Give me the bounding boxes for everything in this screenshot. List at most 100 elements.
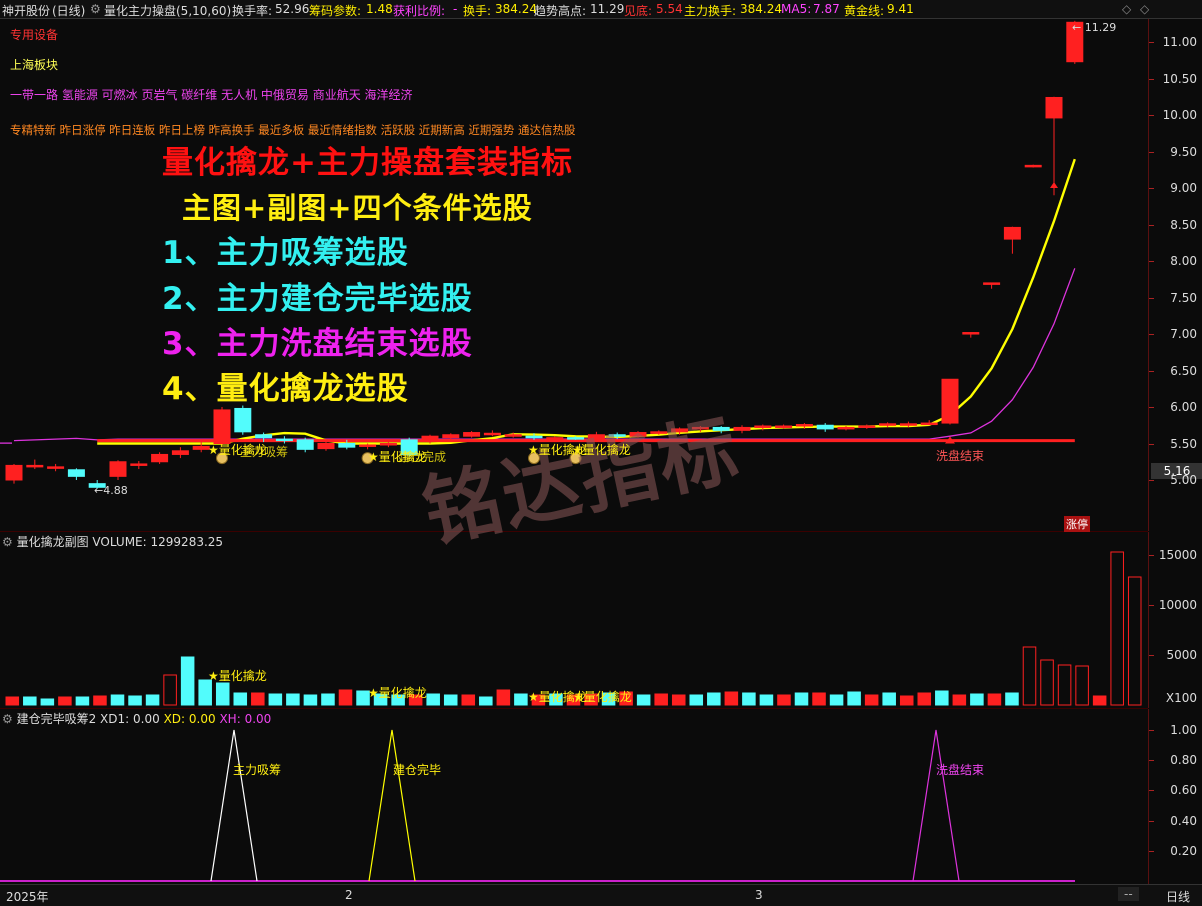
turnover-value: 52.96 (275, 2, 310, 16)
volume-bar (671, 694, 686, 706)
hot-tags[interactable]: 专精特新 昨日涨停 昨日连板 昨日上榜 昨高换手 最近多板 最近情绪指数 活跃股… (10, 122, 576, 138)
low-price-marker: ←4.88 (94, 484, 128, 497)
volume-gear-icon[interactable]: ⚙ (2, 535, 17, 549)
indicator-gear-icon[interactable]: ⚙ (90, 2, 101, 16)
candle-body (213, 409, 231, 445)
candle-body (879, 423, 897, 426)
volume-bar (338, 689, 353, 706)
period-button[interactable]: 日线 (1166, 888, 1190, 905)
chips-value: 1.48 (366, 2, 393, 16)
collapse-icon[interactable]: ◇ (1140, 2, 1149, 16)
volume-bar (654, 693, 668, 706)
peak-label-build-done: 建仓完毕 (393, 763, 442, 777)
volume-panel-title: ⚙ 量化擒龙副图 VOLUME: 1299283.25 (2, 533, 223, 550)
volume-bar (812, 692, 826, 706)
volume-tick-label: 15000 (1158, 548, 1197, 562)
condition-axis[interactable]: 1.00 0.80 0.60 0.40 0.20 (1148, 709, 1202, 884)
price-axis[interactable]: 5.16 11.00 10.50 10.00 9.50 9.00 8.50 8.00 7.50… (1148, 19, 1202, 531)
peak-wash-end (912, 729, 960, 882)
volume-bar (1092, 695, 1107, 706)
candle-body (192, 445, 210, 450)
hand-value: 384.24 (495, 2, 537, 16)
price-tick-label: 10.50 (1162, 71, 1197, 86)
volume-bar (110, 694, 125, 706)
candle-body (255, 434, 273, 439)
candle-body (109, 461, 127, 477)
volume-bar (58, 696, 72, 706)
price-tick-label: 5.50 (1170, 436, 1197, 451)
wash-end-label: 洗盘结束 (936, 449, 985, 463)
condition-chart[interactable] (0, 709, 1148, 884)
volume-tick-label: 5000 (1166, 648, 1197, 662)
price-tick-label: 7.00 (1170, 327, 1197, 341)
concept-tags[interactable]: 一带一路 氢能源 可燃冰 页岩气 碳纤维 无人机 中俄贸易 商业航天 海洋经济 (10, 86, 413, 103)
volume-tick-label: 10000 (1158, 598, 1197, 612)
volume-bar (93, 695, 107, 706)
volume-bar (829, 694, 844, 706)
condition-panel[interactable]: ⚙ 建仓完毕吸筹2 XD1: 0.00 XD: 0.00 XH: 0.00 主力… (0, 709, 1148, 884)
volume-axis[interactable]: X100 15000 10000 5000 (1148, 532, 1202, 708)
condition-title: 建仓完毕吸筹2 (16, 712, 97, 726)
candle-body (26, 464, 44, 468)
volume-bar (1110, 551, 1124, 706)
price-tick-label: 6.50 (1170, 363, 1197, 378)
candle-body (837, 426, 855, 430)
volume-bar (286, 693, 300, 706)
condition-panel-title: ⚙ 建仓完毕吸筹2 XD1: 0.00 XD: 0.00 XH: 0.00 (2, 710, 271, 727)
condition-gear-icon[interactable]: ⚙ (2, 712, 17, 726)
promo-item-1: 1、主力吸筹选股 (162, 235, 409, 271)
volume-panel[interactable]: ⚙ 量化擒龙副图 VOLUME: 1299283.25 ★量化擒龙 ★量化擒龙 … (0, 532, 1148, 709)
vol-signal-a: ★量化擒龙 (208, 669, 267, 683)
volume-bar (707, 692, 721, 706)
volume-bar (1040, 659, 1054, 706)
volume-bar (5, 696, 20, 706)
xd1-label: XD1: (100, 712, 130, 726)
main-hand-label: 主力换手: (684, 4, 737, 18)
condition-tick-mark (1149, 790, 1154, 792)
stock-name[interactable]: 神开股份 (2, 2, 50, 19)
candle-body (795, 424, 813, 427)
candle-body (296, 439, 314, 450)
promo-item-2: 2、主力建仓完毕选股 (162, 281, 473, 317)
candle-body (421, 435, 439, 441)
low-label: 见底: (624, 4, 653, 18)
volume-bar (128, 695, 142, 706)
candle-body (5, 464, 23, 481)
region-tag[interactable]: 上海板块 (10, 56, 58, 73)
industry-tag[interactable]: 专用设备 (10, 26, 58, 43)
volume-chart[interactable] (0, 532, 1148, 708)
price-panel[interactable]: 专用设备 上海板块 一带一路 氢能源 可燃冰 页岩气 碳纤维 无人机 中俄贸易 … (0, 19, 1148, 559)
volume-tick-mark (1149, 605, 1154, 606)
time-axis-footer: 2025年 2 3 -- 日线 (0, 884, 1202, 906)
high-price-marker: ← 11.29 (1072, 21, 1117, 34)
low-value: 5.54 (656, 2, 683, 16)
volume-unit: X100 (1165, 691, 1197, 705)
indicator-name[interactable]: 量化主力操盘(5,10,60) (104, 2, 231, 19)
volume-bar (794, 692, 809, 706)
hand-label: 换手: (463, 4, 492, 18)
peak-build-done (368, 729, 416, 882)
volume-bar (759, 694, 774, 706)
volume-bar (180, 656, 195, 706)
promo-item-3: 3、主力洗盘结束选股 (162, 326, 473, 362)
volume-bar (321, 693, 335, 706)
condition-tick-mark (1149, 760, 1154, 762)
xd-label: XD: (163, 712, 186, 726)
condition-tick-label: 1.00 (1170, 723, 1197, 737)
trend-high-label: 趋势高点: (534, 4, 587, 18)
volume-bar (268, 693, 283, 706)
condition-tick-label: 0.20 (1170, 843, 1197, 858)
volume-bar (496, 689, 511, 706)
period-label: (日线) (52, 4, 86, 18)
xh-label: XH: (219, 712, 241, 726)
candle-body (920, 422, 938, 426)
candle-body (1024, 164, 1042, 168)
candle-body (171, 450, 189, 455)
price-tick-mark (1149, 334, 1154, 335)
expand-icon[interactable]: ◇ (1122, 2, 1131, 16)
condition-tick-label: 0.60 (1170, 783, 1197, 798)
candle-body (858, 425, 876, 428)
vol-signal-b: ★量化擒龙 (368, 686, 427, 700)
price-tick-mark (1149, 151, 1154, 153)
scroll-button[interactable]: -- (1118, 887, 1139, 901)
